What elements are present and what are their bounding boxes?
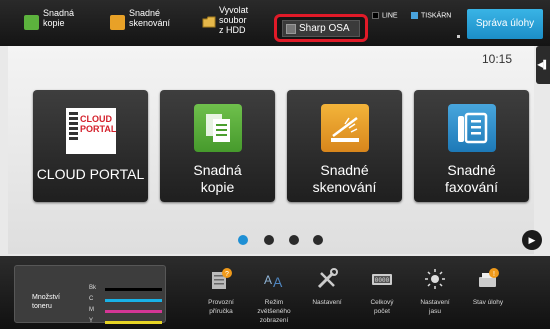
tile-easy-copy[interactable]: Snadná kopie — [160, 90, 275, 202]
scan-icon — [321, 104, 369, 152]
copy-icon-glyph — [206, 114, 230, 142]
sharp-osa-button-body: Sharp OSA — [282, 20, 360, 37]
shortcut-retrieve-hdd-label: Vyvolat soubor z HDD — [219, 5, 249, 35]
tile-easy-fax[interactable]: Snadné faxování — [414, 90, 529, 202]
shortcut-easy-copy-label: Snadná kopie — [43, 8, 75, 28]
side-panel-handle[interactable]: ◀▌ — [536, 46, 550, 84]
toner-bar-yellow — [105, 321, 162, 324]
top-bar: Snadná kopie Snadné skenování Vyvolat so… — [0, 0, 550, 46]
brightness-settings-button[interactable]: Nastavení jasu — [410, 268, 460, 326]
scan-icon — [110, 15, 125, 30]
job-status-icon: ! — [479, 268, 499, 287]
toner-label-black: Bk — [89, 285, 97, 291]
printer-status-label: TISKÁRN — [421, 12, 452, 20]
toner-title: Množství toneru — [32, 294, 61, 310]
printer-status-icon — [411, 12, 418, 19]
status-indicator-dot — [457, 35, 460, 38]
copy-icon — [24, 15, 39, 30]
cloud-portal-logo: CLOUD PORTAL — [66, 108, 116, 154]
tile-easy-copy-label: Snadná kopie — [193, 162, 242, 195]
shortcut-easy-copy[interactable]: Snadná kopie — [24, 0, 104, 46]
job-management-button[interactable]: Správa úlohy — [467, 9, 543, 39]
printer-status: TISKÁRN — [411, 12, 451, 19]
tile-easy-fax-label: Snadné faxování — [445, 162, 498, 195]
page-indicator-1[interactable] — [238, 235, 248, 245]
enlarged-view-button[interactable]: A A Režim zvětšeného zobrazení — [249, 268, 299, 326]
shortcut-easy-scan[interactable]: Snadné skenování — [110, 0, 195, 46]
cloud-portal-logo-text: CLOUD PORTAL — [80, 114, 117, 134]
cloud-portal-logo-stripes — [69, 112, 78, 142]
shortcut-retrieve-hdd[interactable]: Vyvolat soubor z HDD — [200, 0, 270, 46]
toner-bar-cyan — [105, 299, 162, 302]
toner-bar-magenta — [105, 310, 162, 313]
app-icon — [286, 24, 296, 34]
tile-cloud-portal-label: CLOUD PORTAL — [36, 166, 145, 182]
zoom-view-icon: A A — [264, 273, 283, 290]
tools-icon — [317, 268, 338, 289]
fax-icon — [448, 104, 496, 152]
copy-icon — [194, 104, 242, 152]
svg-text:A: A — [273, 274, 283, 290]
operation-guide-button[interactable]: ? Provozní příručka — [196, 268, 246, 326]
clock: 10:15 — [482, 52, 513, 66]
tile-cloud-portal[interactable]: CLOUD PORTAL CLOUD PORTAL — [33, 90, 148, 202]
folder-icon — [202, 16, 216, 28]
line-status: LINE — [372, 12, 398, 19]
tile-easy-scan[interactable]: Snadné skenování — [287, 90, 402, 202]
job-status-button[interactable]: ! Stav úlohy — [463, 268, 513, 326]
page-indicator-4[interactable] — [313, 235, 323, 245]
tile-easy-scan-label: Snadné skenování — [312, 162, 377, 195]
chevron-right-icon: ▶ — [528, 235, 536, 245]
manual-icon: ? — [212, 268, 232, 289]
toner-label-yellow: Y — [89, 318, 94, 324]
toner-level-panel: Množství toneru Bk C M Y — [14, 265, 166, 324]
fax-icon-glyph — [458, 112, 488, 144]
toner-label-cyan: C — [89, 296, 94, 302]
total-count-button[interactable]: 0000 Celkový počet — [357, 268, 407, 326]
toner-bar-black — [105, 288, 162, 291]
svg-text:A: A — [264, 273, 272, 287]
brightness-icon — [425, 269, 445, 289]
counter-icon: 0000 — [372, 274, 392, 285]
settings-button[interactable]: Nastavení — [302, 268, 352, 326]
svg-text:?: ? — [225, 271, 229, 278]
sharp-osa-button[interactable]: Sharp OSA — [274, 14, 368, 42]
page-indicator-2[interactable] — [264, 235, 274, 245]
sharp-osa-label: Sharp OSA — [299, 23, 350, 34]
job-status-label: Stav úlohy — [472, 299, 504, 306]
line-status-label: LINE — [382, 12, 398, 20]
svg-text:!: ! — [493, 271, 495, 278]
scan-icon-glyph — [331, 117, 359, 142]
shortcut-easy-scan-label: Snadné skenování — [129, 8, 171, 28]
toner-label-magenta: M — [89, 307, 94, 313]
home-screen: Snadná kopie Snadné skenování Vyvolat so… — [0, 0, 550, 329]
next-page-button[interactable]: ▶ — [522, 230, 542, 250]
line-status-icon — [372, 12, 379, 19]
page-indicator-3[interactable] — [289, 235, 299, 245]
settings-label: Nastavení — [312, 299, 342, 306]
chevron-left-icon: ◀▌ — [537, 60, 549, 69]
svg-text:0000: 0000 — [375, 277, 390, 284]
